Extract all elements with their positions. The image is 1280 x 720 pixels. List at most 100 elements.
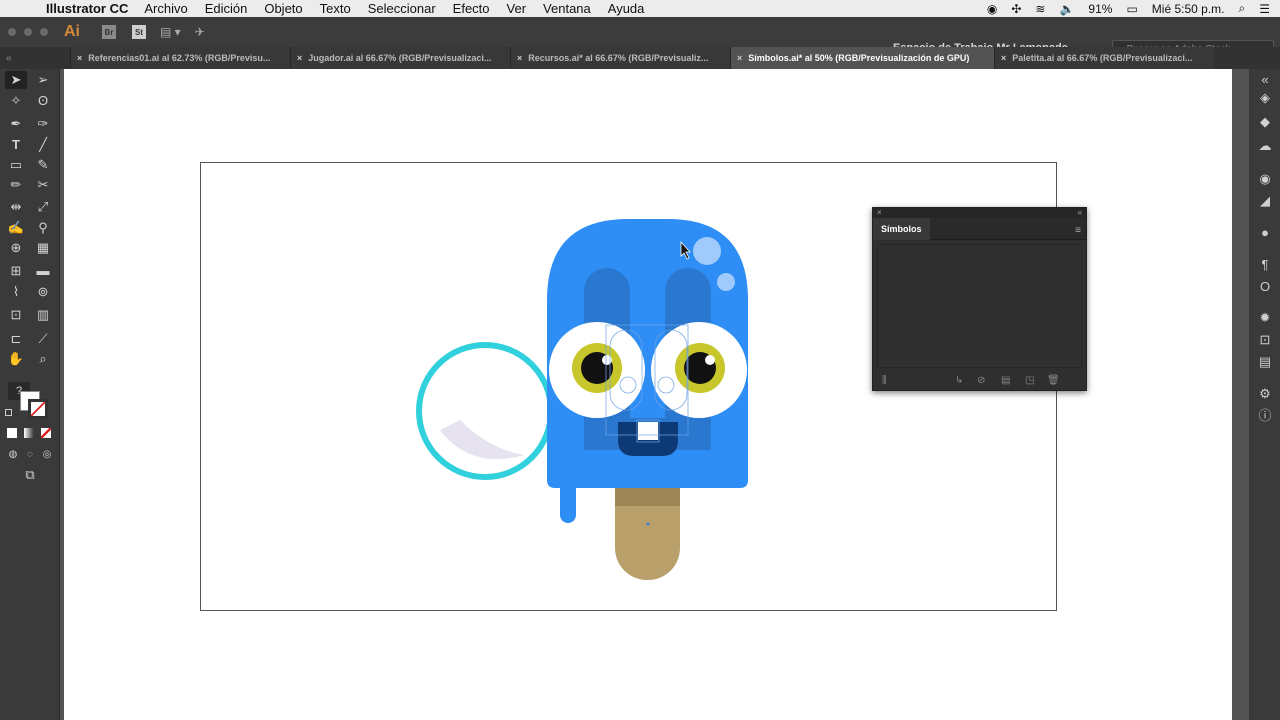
gpu-performance-icon[interactable]: ✈ xyxy=(195,25,205,39)
none-mode-icon[interactable] xyxy=(41,428,51,438)
menu-texto[interactable]: Texto xyxy=(320,1,351,16)
close-window-button[interactable] xyxy=(8,28,16,36)
paintbrush-tool-icon[interactable]: ✎ xyxy=(32,156,54,174)
gradient-mode-icon[interactable] xyxy=(24,428,34,438)
spotlight-icon[interactable]: ⌕ xyxy=(1239,1,1246,16)
new-symbol-icon[interactable]: ◳ xyxy=(1025,375,1034,386)
rectangle-tool-icon[interactable]: ▭ xyxy=(5,156,27,174)
scale-tool-icon[interactable]: ⤢ xyxy=(32,198,54,216)
record-icon[interactable]: ◉ xyxy=(987,2,997,16)
panel-menu-icon[interactable]: ≡ xyxy=(1075,225,1081,236)
app-menu[interactable]: Illustrator CC xyxy=(46,1,128,16)
stroke-swatch[interactable] xyxy=(28,399,48,419)
transform-icon[interactable]: ⊡ xyxy=(1256,331,1274,349)
close-panel-icon[interactable]: × xyxy=(877,208,882,218)
delete-symbol-icon[interactable]: 🗑 xyxy=(1047,375,1060,386)
hand-tool-icon[interactable]: ✋ xyxy=(5,350,27,368)
properties-icon[interactable]: ◈ xyxy=(1256,89,1274,107)
arrange-documents-icon[interactable]: ▤ ▾ xyxy=(160,25,181,39)
minimize-window-button[interactable] xyxy=(24,28,32,36)
stock-button[interactable]: St xyxy=(132,25,146,39)
menu-archivo[interactable]: Archivo xyxy=(144,1,187,16)
notifications-icon[interactable]: ☰ xyxy=(1259,2,1270,16)
blend-tool-icon[interactable]: ⊚ xyxy=(32,283,54,301)
fill-stroke-swatch[interactable] xyxy=(20,391,50,421)
close-tab-icon[interactable]: × xyxy=(517,53,522,63)
transparency-icon[interactable]: ● xyxy=(1256,224,1274,242)
menu-efecto[interactable]: Efecto xyxy=(453,1,490,16)
symbols-list[interactable] xyxy=(877,244,1082,368)
tab-referencias[interactable]: × Referencias01.ai al 62.73% (RGB/Previsu… xyxy=(70,47,290,69)
column-graph-tool-icon[interactable]: ▥ xyxy=(32,306,54,324)
symbol-options-icon[interactable]: ▤ xyxy=(1001,375,1010,386)
tab-jugador[interactable]: × Jugador.ai al 66.67% (RGB/Previsualizac… xyxy=(290,47,510,69)
close-tab-icon[interactable]: × xyxy=(77,53,82,63)
battery-label[interactable]: 91% xyxy=(1088,2,1112,16)
magic-wand-tool-icon[interactable]: ✧ xyxy=(5,92,27,110)
selection-tool-icon[interactable]: ➤ xyxy=(5,71,27,89)
color-icon[interactable]: ◉ xyxy=(1256,170,1274,188)
cross-icon[interactable]: ✣ xyxy=(1011,2,1021,16)
menu-ventana[interactable]: Ventana xyxy=(543,1,591,16)
close-tab-icon[interactable]: × xyxy=(737,53,742,63)
symbols-icon[interactable]: ✹ xyxy=(1256,309,1274,327)
close-tab-icon[interactable]: × xyxy=(297,53,302,63)
eyedropper-tool-icon[interactable]: ⌇ xyxy=(5,283,27,301)
tab-simbolos[interactable]: × Símbolos.ai* al 50% (RGB/Previsualizaci… xyxy=(730,47,994,69)
collapse-panel-icon[interactable]: « xyxy=(1078,208,1082,218)
pencil-tool-icon[interactable]: ✏ xyxy=(5,176,27,194)
volume-icon[interactable]: 🔈 xyxy=(1059,2,1074,16)
opentype-icon[interactable]: O xyxy=(1256,278,1274,296)
zoom-tool-icon[interactable]: ⌕ xyxy=(32,350,54,368)
menu-objeto[interactable]: Objeto xyxy=(264,1,302,16)
tab-paletita[interactable]: × Paletita.ai al 66.67% (RGB/Previsualiza… xyxy=(994,47,1214,69)
puppet-warp-tool-icon[interactable]: ⚲ xyxy=(32,219,54,237)
default-colors-icon[interactable] xyxy=(5,409,12,416)
document-info-icon[interactable]: ⚙ xyxy=(1256,385,1274,403)
menu-ver[interactable]: Ver xyxy=(507,1,527,16)
slice-tool-icon[interactable]: ⟋ xyxy=(32,330,54,348)
dock-collapse-icon[interactable]: « xyxy=(1256,71,1274,89)
align-icon[interactable]: ▤ xyxy=(1256,353,1274,371)
break-link-icon[interactable]: ⊘ xyxy=(977,375,985,386)
mesh-tool-icon[interactable]: ⊞ xyxy=(5,262,27,280)
tab-recursos[interactable]: × Recursos.ai* al 66.67% (RGB/Previsualiz… xyxy=(510,47,730,69)
wifi-icon[interactable]: ≋ xyxy=(1035,2,1045,16)
popsicle-artwork[interactable] xyxy=(64,69,1232,720)
lasso-tool-icon[interactable]: ʘ xyxy=(32,92,54,110)
menu-ayuda[interactable]: Ayuda xyxy=(608,1,645,16)
draw-inside-icon[interactable]: ◎ xyxy=(36,446,58,464)
canvas-area[interactable] xyxy=(64,69,1232,720)
curvature-tool-icon[interactable]: ✑ xyxy=(32,115,54,133)
close-tab-icon[interactable]: × xyxy=(1001,53,1006,63)
direct-selection-tool-icon[interactable]: ➢ xyxy=(32,71,54,89)
place-symbol-icon[interactable]: ↳ xyxy=(955,375,963,386)
type-tool-icon[interactable]: T xyxy=(5,136,27,154)
clock[interactable]: Mié 5:50 p.m. xyxy=(1152,2,1225,16)
menu-seleccionar[interactable]: Seleccionar xyxy=(368,1,436,16)
artboard-tool-icon[interactable]: ⊏ xyxy=(5,330,27,348)
screen-mode-icon[interactable]: ⧉ xyxy=(19,466,41,484)
tabs-scroll-icon[interactable]: « xyxy=(0,47,70,69)
color-guide-icon[interactable]: ◢ xyxy=(1256,192,1274,210)
menu-edicion[interactable]: Edición xyxy=(205,1,248,16)
shape-builder-tool-icon[interactable]: ⊕ xyxy=(5,239,27,257)
line-tool-icon[interactable]: ╱ xyxy=(32,136,54,154)
info-icon[interactable]: ⓘ xyxy=(1256,407,1274,425)
bridge-button[interactable]: Br xyxy=(102,25,116,39)
scissors-tool-icon[interactable]: ✂ xyxy=(32,176,54,194)
layers-icon[interactable]: ◆ xyxy=(1256,113,1274,131)
symbol-libraries-icon[interactable]: ⫼ xyxy=(882,375,887,386)
pen-tool-icon[interactable]: ✒ xyxy=(5,115,27,133)
warp-tool-icon[interactable]: ✍ xyxy=(5,219,27,237)
panel-titlebar[interactable]: × « xyxy=(873,208,1086,218)
perspective-grid-tool-icon[interactable]: ▦ xyxy=(32,239,54,257)
tab-simbolos-panel[interactable]: Símbolos xyxy=(873,217,930,240)
reflect-tool-icon[interactable]: ⇹ xyxy=(5,198,27,216)
paragraph-icon[interactable]: ¶ xyxy=(1256,256,1274,274)
zoom-window-button[interactable] xyxy=(40,28,48,36)
symbol-sprayer-tool-icon[interactable]: ⊡ xyxy=(5,306,27,324)
gradient-tool-icon[interactable]: ▬ xyxy=(32,262,54,280)
color-mode-icon[interactable] xyxy=(7,428,17,438)
libraries-icon[interactable]: ☁ xyxy=(1256,137,1274,155)
